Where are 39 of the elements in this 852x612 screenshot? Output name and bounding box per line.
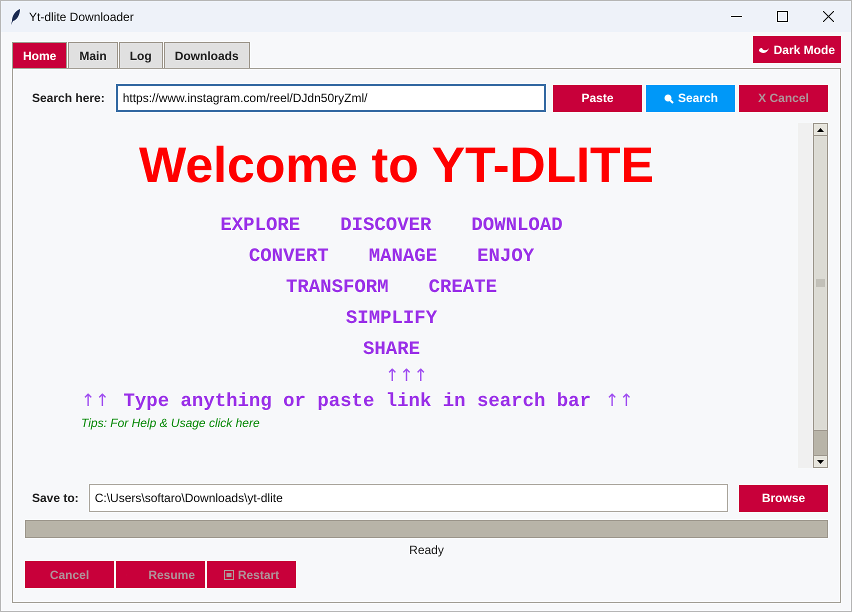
feature-word: DOWNLOAD — [471, 214, 563, 236]
scrollbar[interactable] — [813, 123, 828, 468]
feature-word: ENJOY — [477, 244, 534, 266]
window-title: Yt-dlite Downloader — [29, 10, 135, 24]
instruction-text: Type anything or paste link in search bar — [124, 390, 591, 412]
feature-word: MANAGE — [368, 244, 438, 266]
scroll-up-icon[interactable] — [817, 128, 824, 132]
scroll-down-icon[interactable] — [817, 460, 824, 464]
feature-word: SHARE — [362, 338, 420, 360]
search-label: Search here: — [32, 91, 105, 105]
tab[interactable]: Log — [118, 42, 163, 68]
feather-icon — [11, 8, 21, 24]
maximize-icon — [776, 11, 788, 22]
dark-mode-button[interactable]: Dark Mode — [752, 36, 841, 63]
up-arrows: ↑↑ — [604, 391, 634, 411]
tab[interactable]: Downloads — [164, 42, 250, 68]
search-field[interactable]: https://www.instagram.com/reel/DJdn50ryZml/ — [116, 84, 546, 112]
feature-word: CONVERT — [248, 244, 329, 266]
save-path-field[interactable]: C:\Users\softaro\Downloads\yt-dlite — [88, 484, 728, 512]
feature-word: TRANSFORM — [286, 276, 389, 298]
feature-word: SIMPLIFY — [346, 306, 438, 328]
welcome-title: Welcome to YT-DLITE — [139, 136, 654, 195]
search-button[interactable]: Search — [646, 84, 735, 112]
browse-button[interactable]: Browse — [739, 484, 828, 512]
restart-icon — [224, 570, 234, 580]
tab[interactable]: Main — [68, 42, 118, 68]
up-arrows: ↑↑ — [81, 391, 110, 411]
paste-button[interactable]: Paste — [553, 84, 642, 112]
close-icon — [822, 11, 834, 22]
save-label: Save to: — [32, 491, 79, 505]
status-text: Ready — [409, 543, 444, 557]
tab[interactable]: Home — [12, 42, 68, 68]
search-icon — [662, 92, 674, 104]
up-arrows: ↑↑↑ — [385, 366, 428, 386]
feature-word: EXPLORE — [220, 214, 300, 236]
grip-icon — [816, 279, 825, 287]
feature-word: CREATE — [428, 276, 498, 298]
feature-word: DISCOVER — [340, 214, 432, 236]
help-link[interactable]: Tips: For Help & Usage click here — [81, 416, 260, 430]
